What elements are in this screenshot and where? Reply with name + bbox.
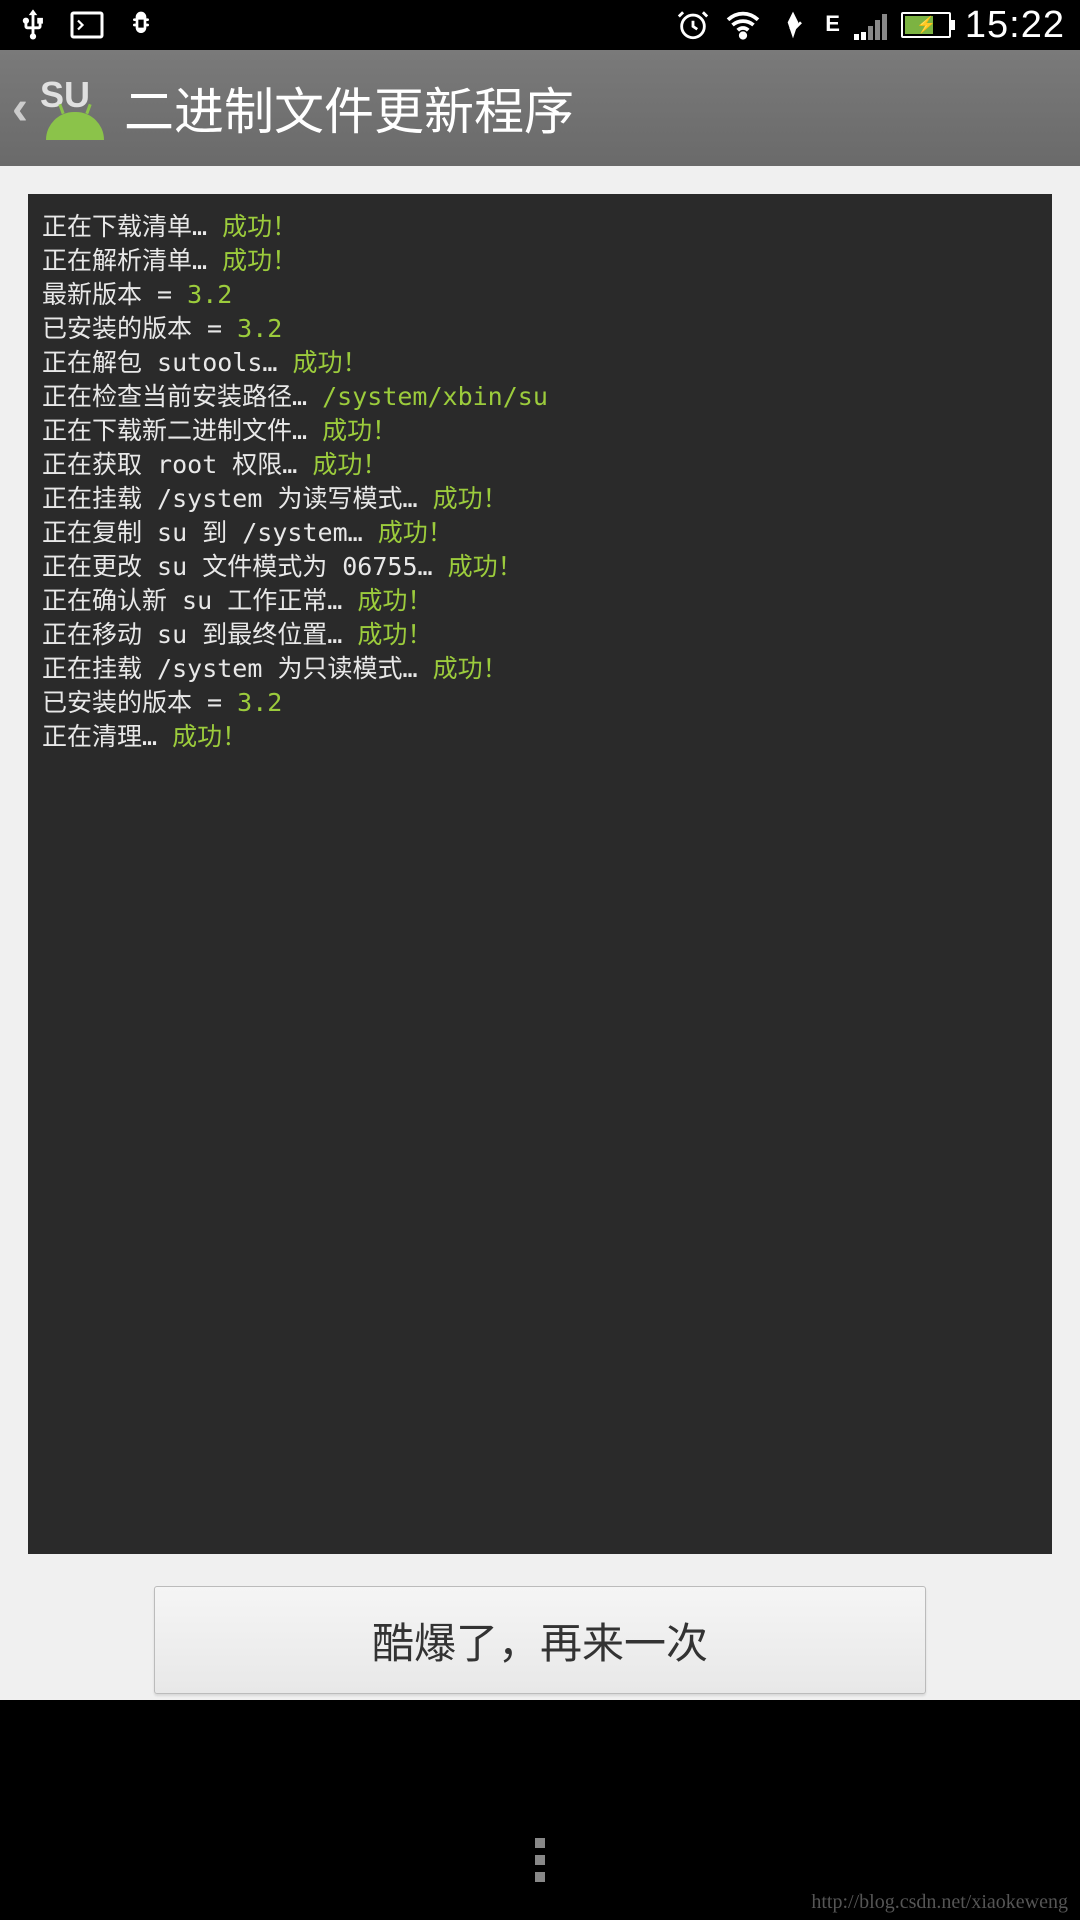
terminal-line: 正在获取 root 权限… 成功！ <box>42 448 1038 482</box>
network-type: E <box>825 13 840 37</box>
battery-icon: ⚡ <box>901 12 951 38</box>
terminal-line: 正在挂载 /system 为只读模式… 成功！ <box>42 652 1038 686</box>
back-icon[interactable]: ‹ <box>12 81 28 136</box>
terminal-line: 正在确认新 su 工作正常… 成功！ <box>42 584 1038 618</box>
terminal-line: 正在下载清单… 成功！ <box>42 210 1038 244</box>
terminal-line: 正在移动 su 到最终位置… 成功！ <box>42 618 1038 652</box>
page-title: 二进制文件更新程序 <box>124 72 574 144</box>
content-area: 正在下载清单… 成功！正在解析清单… 成功！最新版本 = 3.2已安装的版本 =… <box>0 166 1080 1700</box>
menu-icon[interactable] <box>535 1838 545 1882</box>
watermark: http://blog.csdn.net/xiaokeweng <box>811 1891 1068 1914</box>
retry-button[interactable]: 酷爆了，再来一次 <box>154 1586 926 1694</box>
terminal-line: 最新版本 = 3.2 <box>42 278 1038 312</box>
usb-icon <box>15 7 51 43</box>
terminal-line: 正在检查当前安装路径… /system/xbin/su <box>42 380 1038 414</box>
wifi-icon <box>725 7 761 43</box>
app-header[interactable]: ‹ SU 二进制文件更新程序 <box>0 50 1080 166</box>
status-right: E ⚡ 15:22 <box>675 4 1065 47</box>
terminal-line: 正在解析清单… 成功！ <box>42 244 1038 278</box>
status-left <box>15 7 159 43</box>
alarm-icon <box>675 7 711 43</box>
terminal-line: 正在清理… 成功！ <box>42 720 1038 754</box>
terminal-line: 正在挂载 /system 为读写模式… 成功！ <box>42 482 1038 516</box>
location-icon <box>775 7 811 43</box>
terminal-line: 正在解包 sutools… 成功！ <box>42 346 1038 380</box>
terminal-line: 正在更改 su 文件模式为 06755… 成功！ <box>42 550 1038 584</box>
terminal-line: 已安装的版本 = 3.2 <box>42 312 1038 346</box>
status-bar: E ⚡ 15:22 <box>0 0 1080 50</box>
terminal-line: 正在复制 su 到 /system… 成功！ <box>42 516 1038 550</box>
terminal-output: 正在下载清单… 成功！正在解析清单… 成功！最新版本 = 3.2已安装的版本 =… <box>28 194 1052 1554</box>
terminal-line: 正在下载新二进制文件… 成功！ <box>42 414 1038 448</box>
supersu-logo-icon: SU <box>38 80 114 136</box>
clock: 15:22 <box>965 4 1065 47</box>
signal-icon <box>854 10 887 40</box>
debug-icon <box>123 7 159 43</box>
terminal-line: 已安装的版本 = 3.2 <box>42 686 1038 720</box>
terminal-icon <box>69 7 105 43</box>
